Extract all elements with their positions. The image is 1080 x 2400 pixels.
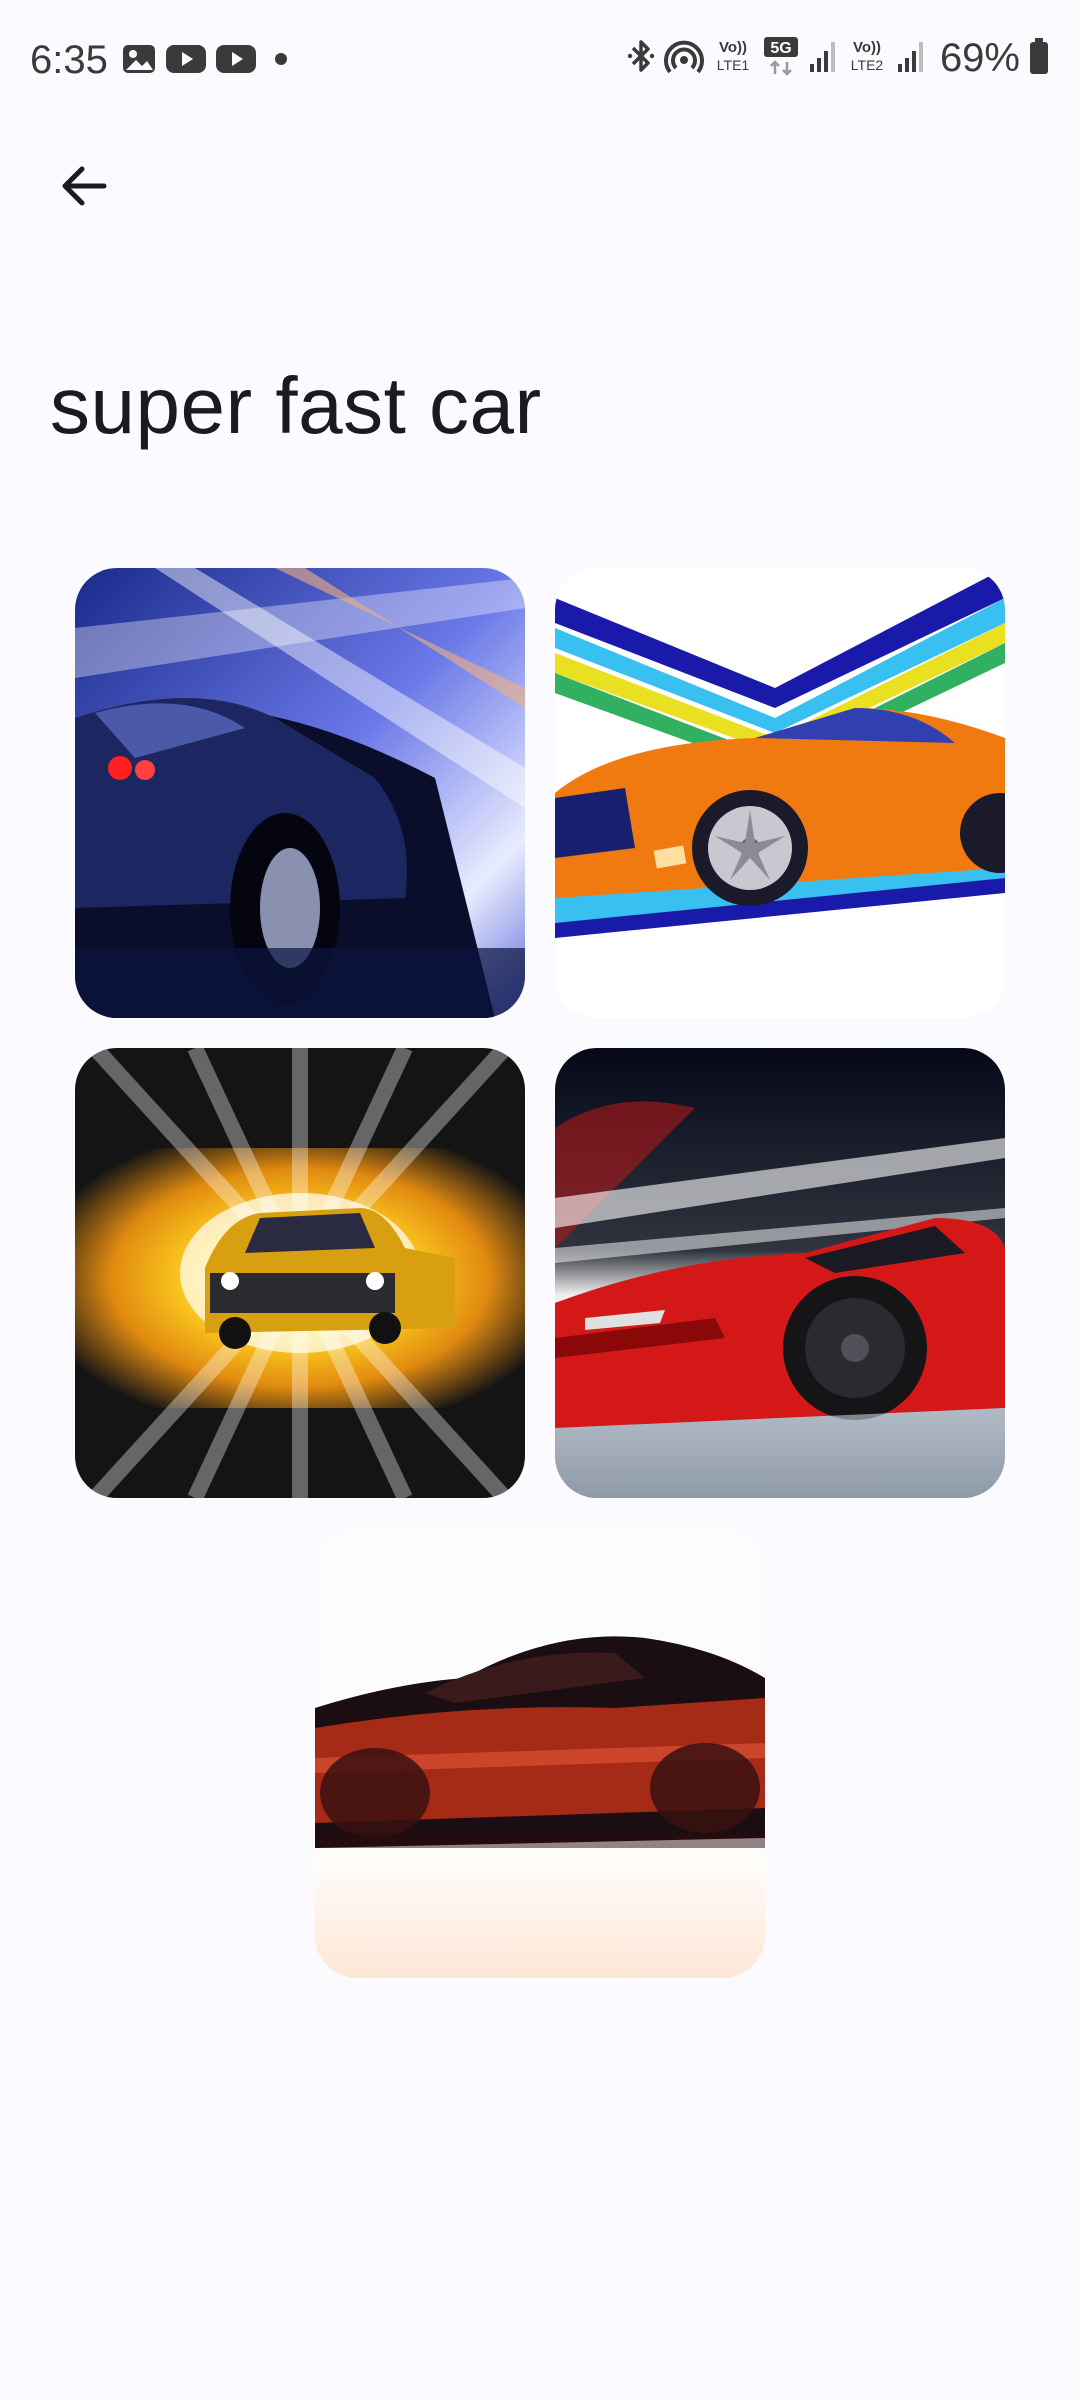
status-left-icons <box>122 44 296 79</box>
svg-text:Vo)): Vo)) <box>853 39 881 56</box>
generated-image-1[interactable] <box>75 568 525 1018</box>
red-black-sports-car-image <box>315 1528 765 1978</box>
battery-icon <box>1028 36 1050 81</box>
status-bar: 6:35 Vo)) LTE1 5G Vo)) LTE2 69% <box>0 0 1080 124</box>
generated-image-3[interactable] <box>75 1048 525 1498</box>
arrow-left-icon <box>62 166 107 206</box>
status-right-icons: Vo)) LTE1 5G Vo)) LTE2 69% <box>626 36 1050 81</box>
page-title: super fast car <box>50 361 542 450</box>
volte-lte2-icon: Vo)) LTE2 <box>846 36 888 81</box>
notification-dot-icon <box>266 44 296 79</box>
back-button[interactable] <box>40 142 128 230</box>
bluetooth-icon <box>626 36 656 81</box>
5g-icon: 5G <box>762 36 800 81</box>
signal-icon <box>808 38 838 79</box>
status-time: 6:35 <box>30 38 108 82</box>
battery-percent: 69% <box>939 36 1020 80</box>
generated-image-5[interactable] <box>315 1528 765 1978</box>
youtube-icon <box>166 44 206 79</box>
signal-icon <box>896 38 926 79</box>
volte-lte1-icon: Vo)) LTE1 <box>712 36 754 81</box>
youtube-icon <box>216 44 256 79</box>
svg-text:5G: 5G <box>770 40 791 57</box>
orange-cartoon-car-image <box>555 568 1005 1018</box>
svg-text:LTE1: LTE1 <box>717 57 750 73</box>
blue-sports-car-image <box>75 568 525 1018</box>
hotspot-icon <box>664 36 704 81</box>
generated-image-4[interactable] <box>555 1048 1005 1498</box>
yellow-muscle-car-image <box>75 1048 525 1498</box>
svg-text:Vo)): Vo)) <box>719 39 747 56</box>
svg-text:LTE2: LTE2 <box>851 57 884 73</box>
red-supercar-image <box>555 1048 1005 1498</box>
generated-image-2[interactable] <box>555 568 1005 1018</box>
gallery-icon <box>122 44 156 79</box>
